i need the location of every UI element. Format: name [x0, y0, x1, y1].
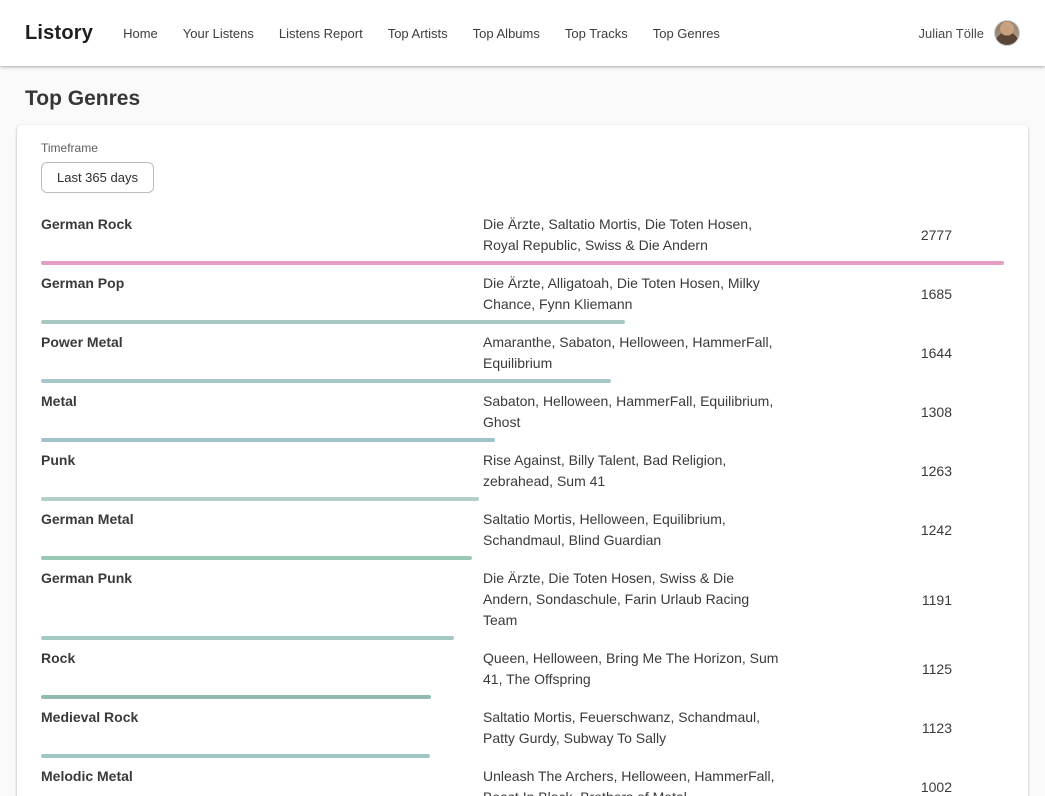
genre-row: PunkRise Against, Billy Talent, Bad Reli…	[41, 445, 1004, 504]
genre-progress-bar	[41, 438, 495, 442]
genre-row: MetalSabaton, Helloween, HammerFall, Equ…	[41, 386, 1004, 445]
timeframe-label: Timeframe	[41, 141, 1004, 155]
top-bar: Listory Home Your Listens Listens Report…	[0, 0, 1045, 66]
genre-row: German RockDie Ärzte, Saltatio Mortis, D…	[41, 209, 1004, 268]
genre-name: Rock	[41, 648, 483, 669]
user-avatar[interactable]	[994, 20, 1020, 46]
genre-name: Melodic Metal	[41, 766, 483, 787]
genre-progress-bar	[41, 754, 430, 758]
genre-progress-bar	[41, 379, 611, 383]
timeframe-filter: Timeframe Last 365 days	[41, 141, 1004, 193]
genre-name: German Metal	[41, 509, 483, 530]
genre-row: German PopDie Ärzte, Alligatoah, Die Tot…	[41, 268, 1004, 327]
genre-name: Metal	[41, 391, 483, 412]
genre-row: German PunkDie Ärzte, Die Toten Hosen, S…	[41, 563, 1004, 643]
genre-artists: Rise Against, Billy Talent, Bad Religion…	[483, 450, 783, 492]
nav-home[interactable]: Home	[123, 26, 158, 41]
genre-artists: Unleash The Archers, Helloween, HammerFa…	[483, 766, 783, 796]
genre-name: German Pop	[41, 273, 483, 294]
genre-row: Power MetalAmaranthe, Sabaton, Helloween…	[41, 327, 1004, 386]
nav-your-listens[interactable]: Your Listens	[183, 26, 254, 41]
genre-table: German RockDie Ärzte, Saltatio Mortis, D…	[41, 209, 1004, 796]
genre-count: 1191	[783, 592, 1004, 608]
genre-count: 1644	[783, 345, 1004, 361]
genre-progress-bar	[41, 497, 479, 501]
genre-count: 1002	[783, 779, 1004, 795]
genre-count: 1685	[783, 286, 1004, 302]
genres-card: Timeframe Last 365 days German RockDie Ä…	[17, 125, 1028, 796]
genre-artists: Saltatio Mortis, Helloween, Equilibrium,…	[483, 509, 783, 551]
genre-artists: Amaranthe, Sabaton, Helloween, HammerFal…	[483, 332, 783, 374]
page-title: Top Genres	[25, 87, 1020, 111]
genre-name: German Rock	[41, 214, 483, 235]
genre-artists: Die Ärzte, Die Toten Hosen, Swiss & Die …	[483, 568, 783, 631]
genre-progress-bar	[41, 695, 431, 699]
timeframe-select[interactable]: Last 365 days	[41, 162, 154, 193]
genre-artists: Die Ärzte, Alligatoah, Die Toten Hosen, …	[483, 273, 783, 315]
user-menu[interactable]: Julian Tölle	[918, 20, 1020, 46]
genre-artists: Queen, Helloween, Bring Me The Horizon, …	[483, 648, 783, 690]
genre-artists: Sabaton, Helloween, HammerFall, Equilibr…	[483, 391, 783, 433]
genre-count: 1123	[783, 720, 1004, 736]
genre-count: 1125	[783, 661, 1004, 677]
genre-row: RockQueen, Helloween, Bring Me The Horiz…	[41, 643, 1004, 702]
main-content: Top Genres Timeframe Last 365 days Germa…	[0, 87, 1045, 796]
genre-progress-bar	[41, 556, 472, 560]
nav-top-tracks[interactable]: Top Tracks	[565, 26, 628, 41]
genre-count: 1308	[783, 404, 1004, 420]
genre-name: Medieval Rock	[41, 707, 483, 728]
genre-name: Power Metal	[41, 332, 483, 353]
main-nav: Home Your Listens Listens Report Top Art…	[123, 26, 745, 41]
genre-artists: Saltatio Mortis, Feuerschwanz, Schandmau…	[483, 707, 783, 749]
genre-progress-bar	[41, 636, 454, 640]
nav-top-genres[interactable]: Top Genres	[653, 26, 720, 41]
genre-row: German MetalSaltatio Mortis, Helloween, …	[41, 504, 1004, 563]
genre-name: German Punk	[41, 568, 483, 589]
genre-count: 2777	[783, 227, 1004, 243]
genre-name: Punk	[41, 450, 483, 471]
genre-table-body: German RockDie Ärzte, Saltatio Mortis, D…	[41, 209, 1004, 796]
nav-top-artists[interactable]: Top Artists	[388, 26, 448, 41]
genre-row: Melodic MetalUnleash The Archers, Hellow…	[41, 761, 1004, 796]
genre-progress-bar	[41, 320, 625, 324]
app-logo[interactable]: Listory	[25, 22, 93, 45]
genre-row: Medieval RockSaltatio Mortis, Feuerschwa…	[41, 702, 1004, 761]
user-name: Julian Tölle	[918, 26, 984, 41]
genre-progress-bar	[41, 261, 1004, 265]
nav-top-albums[interactable]: Top Albums	[473, 26, 540, 41]
genre-count: 1263	[783, 463, 1004, 479]
nav-listens-report[interactable]: Listens Report	[279, 26, 363, 41]
genre-count: 1242	[783, 522, 1004, 538]
genre-artists: Die Ärzte, Saltatio Mortis, Die Toten Ho…	[483, 214, 783, 256]
